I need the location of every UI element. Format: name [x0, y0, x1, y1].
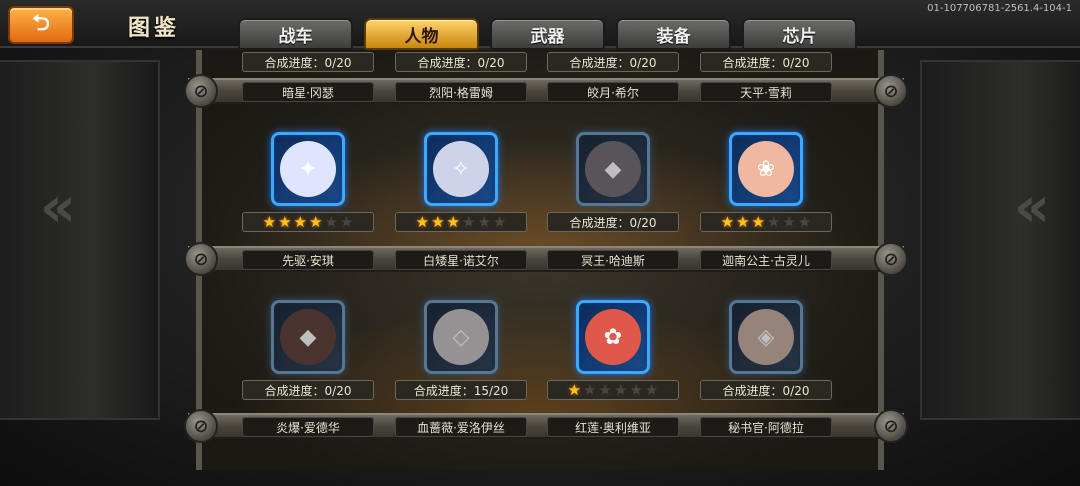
star-filled-icon: ★ — [751, 212, 765, 231]
character-shelf: ✦ ★ ★ ★ ★ ★ ★ ✧ ★ ★ ★ ★ ★ ★ ◆ 合成进度：0/20 ❀ ★ ★ ★ ★ ★ ★ — [202, 128, 878, 250]
bolt-icon: ⊘ — [184, 409, 218, 443]
synthesis-progress: 合成进度：0/20 — [242, 380, 374, 400]
synthesis-progress: 合成进度：0/20 — [242, 52, 374, 72]
star-empty-icon: ★ — [477, 212, 491, 231]
tab-4[interactable]: 芯片 — [742, 18, 857, 50]
star-filled-icon: ★ — [446, 212, 460, 231]
star-empty-icon: ★ — [492, 212, 507, 231]
character-name: 烈阳·格雷姆 — [395, 82, 527, 102]
character-face-icon: ❀ — [738, 141, 794, 197]
character-portrait[interactable]: ✦ — [271, 132, 345, 206]
back-button[interactable]: ⮌ — [8, 6, 74, 44]
star-filled-icon: ★ — [415, 212, 430, 231]
synthesis-progress: 合成进度：15/20 — [395, 380, 527, 400]
character-face-icon: ◆ — [585, 141, 641, 197]
tab-1[interactable]: 人物 — [364, 18, 479, 50]
star-empty-icon: ★ — [782, 212, 796, 231]
character-card[interactable]: ❀ ★ ★ ★ ★ ★ ★ — [696, 128, 836, 258]
character-card[interactable]: ◈ 合成进度：0/20 — [696, 296, 836, 426]
star-filled-icon: ★ — [567, 380, 582, 399]
character-face-icon: ◇ — [433, 309, 489, 365]
synthesis-progress: 合成进度：0/20 — [395, 52, 527, 72]
bolt-icon: ⊘ — [874, 409, 908, 443]
shelf-name-bar: ⊘ ⊘ 炎爆·爱德华 血蔷薇·爱洛伊丝 红莲·奥利维亚 秘书官·阿德拉 — [184, 409, 908, 443]
character-card[interactable]: ◇ 合成进度：15/20 — [391, 296, 531, 426]
synthesis-progress: 合成进度：0/20 — [547, 52, 679, 72]
build-id: 01-107706781-2561.4-104-1 — [927, 3, 1072, 14]
character-name: 白矮星·诺艾尔 — [395, 250, 527, 270]
shelf-name-bar: ⊘ ⊘ 先驱·安琪 白矮星·诺艾尔 冥王·哈迪斯 迦南公主·古灵儿 — [184, 242, 908, 276]
right-wall-panel — [920, 60, 1080, 420]
character-card[interactable]: ✦ ★ ★ ★ ★ ★ ★ — [238, 128, 378, 258]
star-empty-icon: ★ — [598, 380, 612, 399]
character-face-icon: ✦ — [280, 141, 336, 197]
back-arrow-icon: ⮌ — [32, 11, 50, 36]
synthesis-progress: 合成进度：0/20 — [700, 52, 832, 72]
left-chevron-decor-icon: « — [40, 175, 77, 240]
right-chevron-decor-icon: « — [1013, 175, 1050, 240]
star-filled-icon: ★ — [309, 212, 323, 231]
star-rating: ★ ★ ★ ★ ★ ★ — [547, 380, 679, 400]
character-shelf: ◆ 合成进度：0/20 ◇ 合成进度：15/20 ✿ ★ ★ ★ ★ ★ ★ ◈ 合成进度：0/20 — [202, 296, 878, 418]
character-name: 秘书官·阿德拉 — [700, 417, 832, 437]
character-name: 皎月·希尔 — [547, 82, 679, 102]
star-rating: ★ ★ ★ ★ ★ ★ — [242, 212, 374, 232]
star-empty-icon: ★ — [614, 380, 628, 399]
star-filled-icon: ★ — [293, 212, 307, 231]
star-empty-icon: ★ — [644, 380, 659, 399]
character-name: 冥王·哈迪斯 — [547, 250, 679, 270]
character-face-icon: ◆ — [280, 309, 336, 365]
star-empty-icon: ★ — [324, 212, 338, 231]
star-filled-icon: ★ — [278, 212, 292, 231]
character-portrait[interactable]: ◆ — [271, 300, 345, 374]
character-portrait[interactable]: ◇ — [424, 300, 498, 374]
page-title: 图鉴 — [128, 16, 181, 41]
left-wall-panel — [0, 60, 160, 420]
character-card[interactable]: ◆ 合成进度：0/20 — [543, 128, 683, 258]
character-name: 先驱·安琪 — [242, 250, 374, 270]
star-filled-icon: ★ — [431, 212, 445, 231]
character-name: 血蔷薇·爱洛伊丝 — [395, 417, 527, 437]
tab-3[interactable]: 装备 — [616, 18, 731, 50]
collection-frame: 合成进度：0/20 合成进度：0/20 合成进度：0/20 合成进度：0/20 ⊘ ⊘ 暗星… — [184, 50, 908, 470]
character-name: 红莲·奥利维亚 — [547, 417, 679, 437]
synthesis-progress: 合成进度：0/20 — [547, 212, 679, 232]
star-rating: ★ ★ ★ ★ ★ ★ — [395, 212, 527, 232]
bolt-icon: ⊘ — [184, 74, 218, 108]
character-card[interactable]: ◆ 合成进度：0/20 — [238, 296, 378, 426]
tab-0[interactable]: 战车 — [238, 18, 353, 50]
character-portrait[interactable]: ✧ — [424, 132, 498, 206]
character-portrait[interactable]: ◆ — [576, 132, 650, 206]
character-portrait[interactable]: ❀ — [729, 132, 803, 206]
bolt-icon: ⊘ — [874, 74, 908, 108]
star-empty-icon: ★ — [339, 212, 354, 231]
character-face-icon: ◈ — [738, 309, 794, 365]
character-card[interactable]: ✿ ★ ★ ★ ★ ★ ★ — [543, 296, 683, 426]
star-filled-icon: ★ — [736, 212, 750, 231]
synthesis-progress: 合成进度：0/20 — [700, 380, 832, 400]
category-tabs: 战车 人物 武器 装备 芯片 — [238, 18, 857, 50]
star-empty-icon: ★ — [462, 212, 476, 231]
character-portrait[interactable]: ◈ — [729, 300, 803, 374]
character-name: 迦南公主·古灵儿 — [700, 250, 832, 270]
bolt-icon: ⊘ — [874, 242, 908, 276]
character-face-icon: ✧ — [433, 141, 489, 197]
character-name: 天平·雪莉 — [700, 82, 832, 102]
character-name: 暗星·冈瑟 — [242, 82, 374, 102]
star-empty-icon: ★ — [797, 212, 812, 231]
star-empty-icon: ★ — [767, 212, 781, 231]
star-empty-icon: ★ — [583, 380, 597, 399]
shelf-name-bar: ⊘ ⊘ 暗星·冈瑟 烈阳·格雷姆 皎月·希尔 天平·雪莉 — [184, 74, 908, 108]
star-rating: ★ ★ ★ ★ ★ ★ — [700, 212, 832, 232]
character-card[interactable]: ✧ ★ ★ ★ ★ ★ ★ — [391, 128, 531, 258]
star-empty-icon: ★ — [629, 380, 643, 399]
tab-2[interactable]: 武器 — [490, 18, 605, 50]
character-face-icon: ✿ — [585, 309, 641, 365]
character-name: 炎爆·爱德华 — [242, 417, 374, 437]
bolt-icon: ⊘ — [184, 242, 218, 276]
character-portrait[interactable]: ✿ — [576, 300, 650, 374]
star-filled-icon: ★ — [262, 212, 277, 231]
star-filled-icon: ★ — [720, 212, 735, 231]
